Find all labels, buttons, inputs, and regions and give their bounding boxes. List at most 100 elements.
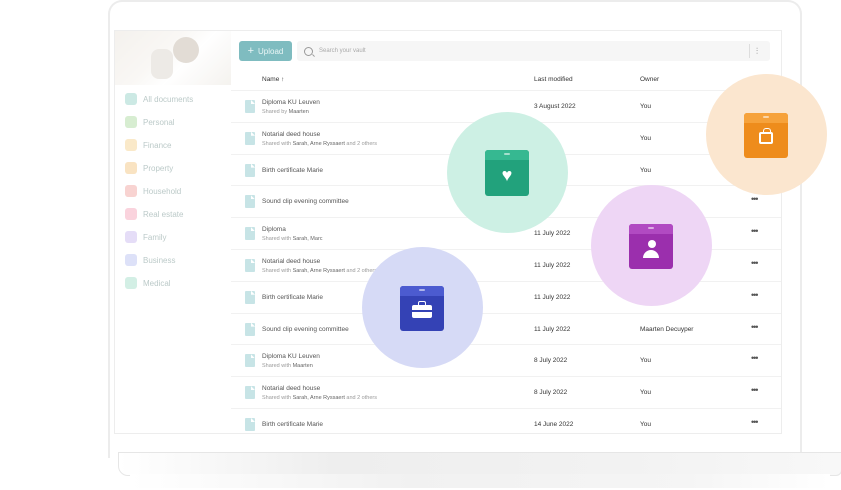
shared-names: Sarah, Arne Ryssaert <box>292 395 345 402</box>
file-name[interactable]: Diploma KU Leuven <box>262 99 320 106</box>
file-icon <box>245 322 255 336</box>
sidebar-item-label: Personal <box>143 117 175 127</box>
briefcase-icon <box>125 254 137 266</box>
shopping-bag-handle <box>763 128 771 134</box>
file-name[interactable]: Sound clip evening committee <box>262 326 349 333</box>
more-options-icon[interactable]: ••• <box>751 258 759 268</box>
sidebar-item-label: All documents <box>143 94 194 104</box>
file-icon <box>245 417 255 431</box>
family-icon <box>648 240 656 248</box>
file-icon <box>245 386 255 400</box>
file-name[interactable]: Diploma <box>262 226 286 233</box>
sidebar-item[interactable]: Family <box>125 230 167 244</box>
sidebar-item-label: Property <box>143 163 174 173</box>
shared-names: Maarten <box>292 363 313 370</box>
table-row[interactable]: Birth certificate Marie 11 July 2022 ••• <box>231 280 781 313</box>
shared-prefix: Shared by <box>262 109 289 115</box>
column-header-modified[interactable]: Last modified <box>534 76 573 83</box>
briefcase-band <box>412 310 432 312</box>
grid-icon <box>125 93 137 105</box>
file-modified-date: 11 July 2022 <box>534 230 571 238</box>
file-modified-date: 11 July 2022 <box>534 261 571 269</box>
search-icon <box>304 46 313 56</box>
business-vault-bubble <box>362 247 483 368</box>
upload-button[interactable]: + Upload <box>239 41 292 61</box>
sidebar-item-label: Business <box>143 255 176 265</box>
file-name[interactable]: Notarial deed house <box>262 131 320 138</box>
file-owner: You <box>640 357 651 365</box>
more-options-icon[interactable]: ••• <box>751 385 759 395</box>
file-shared-info: Shared with Sarah, Arne Ryssaert and 2 o… <box>262 395 377 401</box>
sidebar-item[interactable]: Household <box>125 184 181 198</box>
shared-names: Sarah, Arne Ryssaert <box>292 140 345 147</box>
file-owner: You <box>640 134 651 142</box>
shared-names: Sarah, Arne Ryssaert <box>292 267 345 274</box>
shopping-vault-box <box>744 113 788 158</box>
shared-prefix: Shared with <box>262 267 293 274</box>
file-icon <box>245 290 255 304</box>
sidebar-item-label: Finance <box>143 140 172 150</box>
user-icon <box>125 116 137 128</box>
sidebar-item[interactable]: Property <box>125 161 173 175</box>
page-indicator <box>614 430 628 433</box>
file-name[interactable]: Birth certificate Marie <box>262 167 323 174</box>
file-name[interactable]: Birth certificate Marie <box>262 294 323 301</box>
family-icon <box>125 231 137 243</box>
search-bar[interactable]: Search your vault ⫶ <box>297 41 770 61</box>
box-lid <box>485 150 529 161</box>
file-name[interactable]: Notarial deed house <box>262 258 320 265</box>
sidebar-item[interactable]: Finance <box>125 138 171 152</box>
upload-label: Upload <box>258 46 284 56</box>
file-name[interactable]: Diploma KU Leuven <box>262 353 320 360</box>
more-options-icon[interactable]: ••• <box>751 226 759 236</box>
sidebar-item[interactable]: Business <box>125 253 175 267</box>
file-shared-info: Shared with Maarten <box>262 363 313 369</box>
box-lid <box>744 113 788 123</box>
sidebar-item-label: Household <box>143 186 182 196</box>
file-icon <box>245 227 255 241</box>
sidebar-item[interactable]: Personal <box>125 115 175 129</box>
business-vault-box <box>400 286 444 331</box>
shared-names: Sarah, Marc <box>292 236 323 243</box>
more-options-icon[interactable]: ••• <box>751 417 759 427</box>
file-modified-date: 3 August 2022 <box>534 103 576 110</box>
file-modified-date: 14 June 2022 <box>534 420 574 428</box>
sidebar-item-label: Real estate <box>143 209 184 219</box>
plus-icon: + <box>247 44 255 57</box>
file-shared-info: Shared with Sarah, Arne Ryssaert and 2 o… <box>262 268 377 274</box>
file-name[interactable]: Sound clip evening committee <box>262 198 349 205</box>
file-icon <box>245 131 255 145</box>
sidebar-item-label: Medical <box>143 278 171 288</box>
file-owner: You <box>640 389 651 397</box>
file-icon <box>245 258 255 272</box>
filter-icon[interactable]: ⫶ <box>749 44 764 58</box>
file-name[interactable]: Notarial deed house <box>262 385 320 392</box>
file-name[interactable]: Birth certificate Marie <box>262 421 323 428</box>
table-row[interactable]: Diploma KU Leuven Shared with Maarten 8 Ju… <box>231 344 781 376</box>
sidebar-item[interactable]: Real estate <box>125 207 183 221</box>
more-options-icon[interactable]: ••• <box>751 322 759 332</box>
more-options-icon[interactable]: ••• <box>751 194 759 204</box>
more-options-icon[interactable]: ••• <box>751 353 759 363</box>
table-row[interactable]: Sound clip evening committee 11 July 2022… <box>231 312 781 345</box>
sidebar-item[interactable]: Medical <box>125 276 171 290</box>
family-icon-body <box>643 250 659 258</box>
medical-vault-bubble: ♥ <box>447 112 568 233</box>
table-row[interactable]: Birth certificate Marie 14 June 2022 You ••… <box>231 407 781 433</box>
table-row[interactable]: Notarial deed house Shared with Sarah, Ar… <box>231 376 781 408</box>
file-owner: You <box>640 166 651 174</box>
more-options-icon[interactable]: ••• <box>751 290 759 300</box>
heart-icon <box>125 277 137 289</box>
shared-prefix: Shared with <box>262 236 293 243</box>
column-header-name[interactable]: Name ↑ <box>262 76 284 83</box>
column-header-owner[interactable]: Owner <box>640 76 659 83</box>
family-vault-box <box>629 224 673 269</box>
key-icon <box>125 162 137 174</box>
shared-suffix: and 2 others <box>344 140 377 147</box>
file-modified-date: 8 July 2022 <box>534 389 568 397</box>
sidebar-item[interactable]: All documents <box>125 92 193 106</box>
file-modified-date: 8 July 2022 <box>534 357 568 365</box>
file-modified-date: 11 July 2022 <box>534 325 571 333</box>
laptop-shadow <box>130 474 830 488</box>
search-input[interactable]: Search your vault <box>319 48 366 54</box>
